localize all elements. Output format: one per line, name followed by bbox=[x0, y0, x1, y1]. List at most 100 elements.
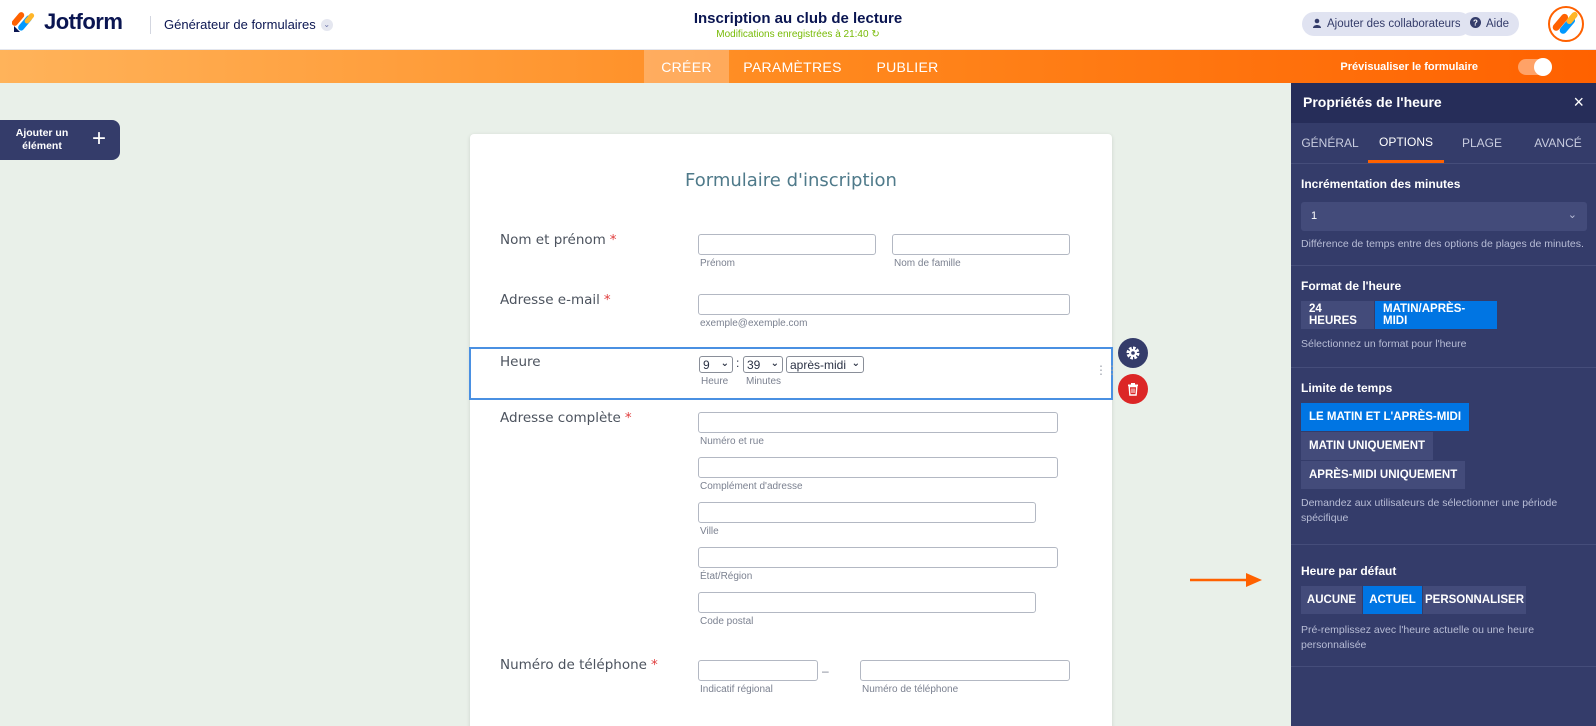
form-heading[interactable]: Formulaire d'inscription bbox=[470, 170, 1112, 191]
save-status-text: Modifications enregistrées à 21:40 bbox=[716, 29, 869, 40]
svg-text:?: ? bbox=[1473, 19, 1478, 28]
hour-value: 9 bbox=[703, 357, 710, 372]
field-label-address[interactable]: Adresse complète * bbox=[500, 410, 632, 426]
field-label-address-text: Adresse complète bbox=[500, 410, 621, 426]
section-divider bbox=[1291, 265, 1596, 266]
required-mark: * bbox=[624, 410, 632, 426]
chevron-down-icon: ⌄ bbox=[720, 358, 729, 369]
street-sublabel: Numéro et rue bbox=[700, 436, 764, 447]
toggle-knob bbox=[1534, 58, 1552, 76]
panel-tab-advanced[interactable]: AVANCÉ bbox=[1520, 123, 1596, 163]
brand-name: Jotform bbox=[44, 9, 123, 34]
minute-value: 39 bbox=[747, 357, 761, 372]
phone-number-input[interactable] bbox=[860, 660, 1070, 681]
help-label: Aide bbox=[1486, 18, 1510, 30]
field-label-time[interactable]: Heure bbox=[500, 354, 541, 370]
email-input[interactable] bbox=[698, 294, 1070, 315]
panel-tab-options[interactable]: OPTIONS bbox=[1368, 123, 1444, 163]
default-time-title: Heure par défaut bbox=[1301, 564, 1397, 578]
city-sublabel: Ville bbox=[700, 526, 719, 537]
street-input[interactable] bbox=[698, 412, 1058, 433]
preview-form-label: Prévisualiser le formulaire bbox=[1340, 61, 1478, 73]
field-settings-button[interactable] bbox=[1118, 338, 1148, 368]
chevron-down-icon: ⌄ bbox=[770, 358, 779, 369]
time-field-selected[interactable] bbox=[469, 347, 1113, 400]
email-sublabel: exemple@exemple.com bbox=[700, 318, 808, 329]
minutes-increment-title: Incrémentation des minutes bbox=[1301, 177, 1461, 191]
minute-select[interactable]: 39 ⌄ bbox=[743, 356, 783, 373]
help-icon: ? bbox=[1470, 17, 1481, 31]
first-name-input[interactable] bbox=[698, 234, 876, 255]
chevron-down-icon: ⌄ bbox=[1567, 209, 1577, 221]
postal-code-input[interactable] bbox=[698, 592, 1036, 613]
address-line2-input[interactable] bbox=[698, 457, 1058, 478]
limit-both-button[interactable]: LE MATIN ET L'APRÈS-MIDI bbox=[1301, 403, 1470, 431]
default-custom-button[interactable]: PERSONNALISER bbox=[1423, 586, 1526, 614]
limit-afternoon-only-button[interactable]: APRÈS-MIDI UNIQUEMENT bbox=[1301, 461, 1466, 489]
preview-form-toggle[interactable] bbox=[1518, 58, 1552, 76]
builder-menu-label: Générateur de formulaires bbox=[164, 17, 316, 32]
state-sublabel: État/Région bbox=[700, 571, 753, 582]
minutes-increment-desc: Différence de temps entre des options de… bbox=[1301, 238, 1584, 250]
required-mark: * bbox=[609, 232, 617, 248]
chevron-down-icon: ⌄ bbox=[320, 18, 333, 31]
form-title[interactable]: Inscription au club de lecture bbox=[600, 10, 996, 27]
field-label-phone-text: Numéro de téléphone bbox=[500, 657, 647, 673]
add-element-button[interactable]: Ajouter un élément + bbox=[0, 120, 120, 160]
panel-tab-general[interactable]: GÉNÉRAL bbox=[1292, 123, 1368, 163]
panel-title: Propriétés de l'heure bbox=[1303, 94, 1442, 110]
phone-number-sublabel: Numéro de téléphone bbox=[862, 684, 959, 695]
field-label-email-text: Adresse e-mail bbox=[500, 292, 600, 308]
minutes-increment-value: 1 bbox=[1311, 210, 1318, 222]
top-header: Jotform Générateur de formulaires ⌄ Insc… bbox=[0, 0, 1596, 50]
required-mark: * bbox=[603, 292, 611, 308]
default-time-desc: Pré-remplissez avec l'heure actuelle ou … bbox=[1301, 624, 1535, 651]
refresh-icon: ↻ bbox=[871, 29, 880, 40]
field-label-email[interactable]: Adresse e-mail * bbox=[500, 292, 611, 308]
add-element-label: Ajouter un élément bbox=[15, 127, 69, 152]
gear-icon bbox=[1126, 346, 1140, 360]
tab-settings[interactable]: PARAMÈTRES bbox=[740, 50, 845, 83]
required-mark: * bbox=[650, 657, 658, 673]
default-current-button[interactable]: ACTUEL bbox=[1363, 586, 1422, 614]
city-input[interactable] bbox=[698, 502, 1036, 523]
field-label-name-text: Nom et prénom bbox=[500, 232, 606, 248]
hour-select[interactable]: 9 ⌄ bbox=[699, 356, 733, 373]
state-input[interactable] bbox=[698, 547, 1058, 568]
save-status: Modifications enregistrées à 21:40 ↻ bbox=[600, 29, 996, 40]
section-divider bbox=[1291, 666, 1596, 667]
last-name-input[interactable] bbox=[892, 234, 1070, 255]
close-icon[interactable]: × bbox=[1573, 92, 1584, 113]
builder-nav-bar: CRÉER PARAMÈTRES PUBLIER Prévisualiser l… bbox=[0, 50, 1596, 83]
delete-field-button[interactable] bbox=[1118, 374, 1148, 404]
tab-create[interactable]: CRÉER bbox=[644, 50, 729, 83]
section-divider bbox=[1291, 544, 1596, 545]
add-collaborators-button[interactable]: Ajouter des collaborateurs bbox=[1302, 12, 1471, 36]
time-format-title: Format de l'heure bbox=[1301, 279, 1402, 293]
user-avatar[interactable] bbox=[1548, 6, 1584, 42]
builder-menu[interactable]: Générateur de formulaires ⌄ bbox=[164, 17, 333, 32]
format-24h-button[interactable]: 24 HEURES bbox=[1301, 301, 1374, 329]
header-divider bbox=[150, 16, 151, 34]
postal-code-sublabel: Code postal bbox=[700, 616, 754, 627]
drag-handle-icon[interactable]: ⋮⋮ bbox=[1095, 364, 1118, 376]
area-code-sublabel: Indicatif régional bbox=[700, 684, 773, 695]
chevron-down-icon: ⌄ bbox=[851, 358, 860, 369]
jotform-logo[interactable]: Jotform bbox=[12, 9, 123, 35]
help-button[interactable]: ? Aide bbox=[1460, 12, 1520, 36]
format-ampm-button[interactable]: MATIN/APRÈS-MIDI bbox=[1375, 301, 1497, 329]
minutes-increment-select[interactable]: 1 ⌄ bbox=[1301, 202, 1587, 231]
default-none-button[interactable]: AUCUNE bbox=[1301, 586, 1362, 614]
panel-tab-range[interactable]: PLAGE bbox=[1444, 123, 1520, 163]
field-label-name[interactable]: Nom et prénom * bbox=[500, 232, 617, 248]
plus-icon: + bbox=[92, 125, 107, 152]
jotform-logo-icon bbox=[12, 12, 35, 32]
hour-sublabel: Heure bbox=[701, 376, 729, 387]
ampm-select[interactable]: après-midi ⌄ bbox=[786, 356, 864, 373]
limit-morning-only-button[interactable]: MATIN UNIQUEMENT bbox=[1301, 432, 1434, 460]
tab-divider bbox=[1291, 163, 1596, 164]
area-code-input[interactable] bbox=[698, 660, 818, 681]
time-limit-title: Limite de temps bbox=[1301, 381, 1393, 395]
tab-publish[interactable]: PUBLIER bbox=[870, 50, 945, 83]
field-label-phone[interactable]: Numéro de téléphone * bbox=[500, 657, 658, 673]
